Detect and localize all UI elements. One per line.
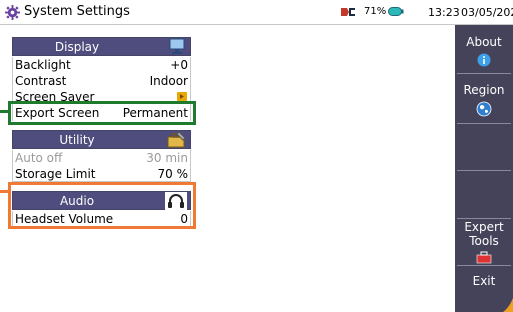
value-auto-off: 30 min [146, 151, 188, 165]
about-label: About [466, 35, 502, 49]
row-storage-limit[interactable]: Storage Limit 70 % [12, 166, 191, 182]
about-button[interactable]: About [455, 35, 513, 67]
window-title: System Settings [24, 4, 130, 19]
value-contrast: Indoor [149, 74, 188, 88]
info-icon [477, 53, 491, 67]
label-auto-off: Auto off [15, 151, 63, 165]
row-backlight[interactable]: Backlight +0 [12, 57, 191, 73]
exit-label: Exit [472, 274, 496, 288]
battery-percentage: 71% [364, 6, 387, 17]
softkey-separator [457, 123, 511, 124]
expert-tools-label-line1: Expert [464, 220, 504, 234]
label-contrast: Contrast [15, 74, 67, 88]
label-backlight: Backlight [15, 58, 71, 72]
monitor-icon [169, 38, 185, 54]
clock-time: 13:23 [428, 6, 460, 19]
vendor-logo-icon [340, 6, 356, 18]
section-title-display: Display [54, 40, 100, 54]
highlight-audio-pointer [0, 190, 8, 193]
expert-tools-button[interactable]: Expert Tools [455, 220, 513, 264]
toolbox-icon [167, 131, 186, 148]
value-backlight: +0 [170, 58, 188, 72]
region-label: Region [463, 83, 505, 97]
title-bar: System Settings 71% 13:23 03/05/2022 [0, 0, 513, 25]
screen-saver-toggle-icon[interactable] [177, 92, 187, 101]
label-storage-limit: Storage Limit [15, 167, 96, 181]
expert-tools-label-line2: Tools [469, 234, 499, 248]
highlight-export-screen [8, 101, 196, 125]
softkey-separator [457, 218, 511, 219]
softkey-panel: About Region Expert Tools Exit [455, 25, 513, 312]
row-contrast[interactable]: Contrast Indoor [12, 73, 191, 89]
section-title-utility: Utility [59, 133, 95, 147]
row-auto-off: Auto off 30 min [12, 150, 191, 166]
clock-date: 03/05/2022 [461, 6, 513, 19]
softkey-separator [457, 170, 511, 171]
softkey-separator [457, 73, 511, 74]
globe-icon [476, 101, 492, 117]
battery-icon [388, 7, 404, 16]
region-button[interactable]: Region [455, 83, 513, 117]
exit-button[interactable]: Exit [455, 274, 513, 288]
highlight-export-screen-pointer [0, 110, 8, 113]
section-header-display[interactable]: Display [12, 37, 191, 56]
toolkit-icon [476, 251, 492, 264]
corner-accent-icon [503, 298, 513, 312]
highlight-audio [8, 182, 196, 229]
softkey-separator [457, 265, 511, 266]
section-header-utility[interactable]: Utility [12, 130, 191, 149]
gear-icon [5, 5, 20, 20]
value-storage-limit: 70 % [157, 167, 189, 181]
